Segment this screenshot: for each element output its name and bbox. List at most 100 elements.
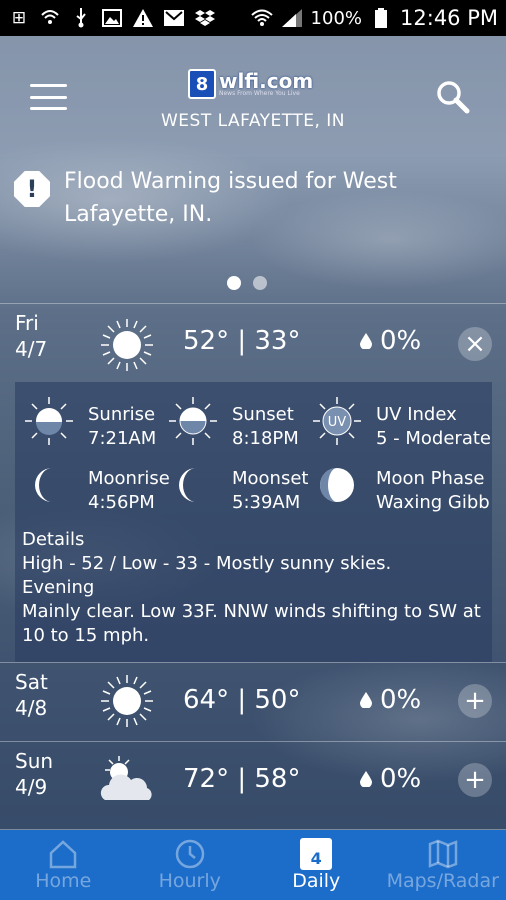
tab-label: Home — [35, 870, 92, 892]
moon-phase-item: Moon Phase Waxing Gibbo — [310, 458, 490, 518]
uv-icon: UV — [313, 397, 361, 445]
day-date: 4/9 — [15, 775, 48, 799]
day-date: 4/8 — [15, 696, 48, 720]
details-line: High - 52 / Low - 33 - Mostly sunny skie… — [22, 553, 392, 574]
sunset-value: 8:18PM — [232, 428, 299, 449]
details-line: Evening — [22, 577, 95, 598]
details-text: Details High - 52 / Low - 33 - Mostly su… — [22, 528, 490, 648]
image-icon — [101, 8, 123, 28]
location-label[interactable]: WEST LAFAYETTE, IN — [0, 111, 506, 131]
tab-hourly[interactable]: Hourly — [127, 830, 254, 900]
tab-label: Hourly — [158, 870, 221, 892]
moonrise-value: 4:56PM — [88, 492, 155, 513]
clock: 12:46 PM — [400, 6, 498, 30]
calendar-number: 4 — [310, 849, 322, 868]
logo-name: wlfi.com — [219, 69, 314, 93]
raindrop-icon — [360, 333, 372, 349]
day-detail-panel: Sunrise 7:21AM Sunset 8:18PM UV UV Index… — [15, 382, 492, 662]
precip-value: 0% — [380, 685, 422, 715]
moon-phase-value: Waxing Gibbo — [376, 492, 490, 513]
pager-dots — [227, 276, 267, 290]
menu-icon[interactable] — [30, 84, 67, 110]
expand-button[interactable]: + — [458, 684, 492, 718]
precip: 0% — [360, 326, 421, 356]
raindrop-icon — [360, 692, 372, 708]
day-row-sat[interactable]: Sat 4/8 64° | 50° 0% + — [0, 662, 506, 741]
moonrise-label: Moonrise — [88, 468, 170, 489]
tab-maps-radar[interactable]: Maps/Radar — [380, 830, 506, 900]
alert-banner[interactable]: ! Flood Warning issued for West Lafayett… — [0, 157, 506, 303]
logo-badge: 8 — [188, 69, 216, 99]
plus-icon: + — [464, 765, 486, 795]
search-icon[interactable] — [436, 80, 470, 114]
plus-icon: + — [464, 686, 486, 716]
calendar-icon: 4 — [300, 838, 333, 870]
sun-icon — [101, 675, 153, 727]
uv-value: 5 - Moderate — [376, 428, 491, 449]
logo-tagline: News From Where You Live — [219, 90, 300, 97]
battery-level: 100% — [310, 7, 363, 29]
warning-icon — [132, 8, 154, 28]
station-logo: 8 wlfi.com News From Where You Live — [188, 68, 318, 100]
clock-icon — [175, 839, 204, 869]
tab-home[interactable]: Home — [0, 830, 127, 900]
sunset-item: Sunset 8:18PM — [166, 394, 326, 454]
alert-icon: ! — [14, 171, 50, 207]
uv-item: UV UV Index 5 - Moderate — [310, 394, 491, 454]
moonset-item: Moonset 5:39AM — [166, 458, 326, 518]
tab-label: Maps/Radar — [386, 870, 499, 892]
precip: 0% — [360, 685, 421, 715]
sunrise-value: 7:21AM — [88, 428, 157, 449]
precip: 0% — [360, 764, 421, 794]
moonset-value: 5:39AM — [232, 492, 301, 513]
temps: 52° | 33° — [183, 326, 301, 356]
sunrise-item: Sunrise 7:21AM — [22, 394, 182, 454]
day-name: Sat — [15, 670, 48, 694]
collapse-button[interactable]: × — [458, 327, 492, 361]
precip-value: 0% — [380, 326, 422, 356]
details-title: Details — [22, 529, 85, 550]
signal-icon — [281, 8, 303, 28]
day-date: 4/7 — [15, 337, 48, 361]
details-line: Mainly clear. Low 33F. NNW winds shiftin… — [22, 601, 481, 646]
gmail-icon — [163, 8, 185, 28]
home-icon — [50, 840, 77, 869]
pager-dot-active[interactable] — [227, 276, 241, 290]
usb-icon — [70, 8, 92, 28]
wifi-call-icon — [39, 8, 61, 28]
map-icon — [428, 839, 457, 869]
alert-text[interactable]: Flood Warning issued for West Lafayette,… — [64, 165, 484, 231]
app-header: 8 wlfi.com News From Where You Live WEST… — [0, 36, 506, 157]
day-row-fri[interactable]: Fri 4/7 52° | 33° 0% × — [0, 303, 506, 383]
dropbox-icon — [194, 8, 216, 28]
sunrise-icon — [25, 397, 73, 445]
sunset-icon — [169, 397, 217, 445]
gibbous-moon-icon — [320, 468, 354, 502]
day-row-sun[interactable]: Sun 4/9 72° | 58° 0% + — [0, 741, 506, 830]
crescent-moon-icon — [179, 468, 196, 502]
day-name: Fri — [15, 311, 39, 335]
day-name: Sun — [15, 749, 54, 773]
moonset-label: Moonset — [232, 468, 309, 489]
moon-phase-label: Moon Phase — [376, 468, 485, 489]
precip-value: 0% — [380, 764, 422, 794]
sunrise-label: Sunrise — [88, 404, 156, 425]
expand-button[interactable]: + — [458, 763, 492, 797]
moonrise-item: Moonrise 4:56PM — [22, 458, 182, 518]
uv-label: UV Index — [376, 404, 457, 425]
tab-label: Daily — [292, 870, 341, 892]
sun-icon — [101, 319, 153, 371]
status-bar: ⊞ 100% 12:46 PM — [0, 0, 506, 36]
uv-badge: UV — [328, 415, 347, 430]
raindrop-icon — [360, 771, 372, 787]
partly-cloudy-icon — [100, 756, 152, 800]
close-icon: × — [464, 329, 486, 359]
bottom-nav: Home Hourly 4 Daily Maps/Radar — [0, 830, 506, 900]
wifi-icon — [250, 8, 273, 28]
tab-daily[interactable]: 4 Daily — [253, 830, 380, 900]
sunset-label: Sunset — [232, 404, 294, 425]
add-icon: ⊞ — [11, 8, 27, 28]
pager-dot[interactable] — [253, 276, 267, 290]
crescent-moon-icon — [35, 468, 52, 502]
battery-icon — [370, 8, 392, 28]
